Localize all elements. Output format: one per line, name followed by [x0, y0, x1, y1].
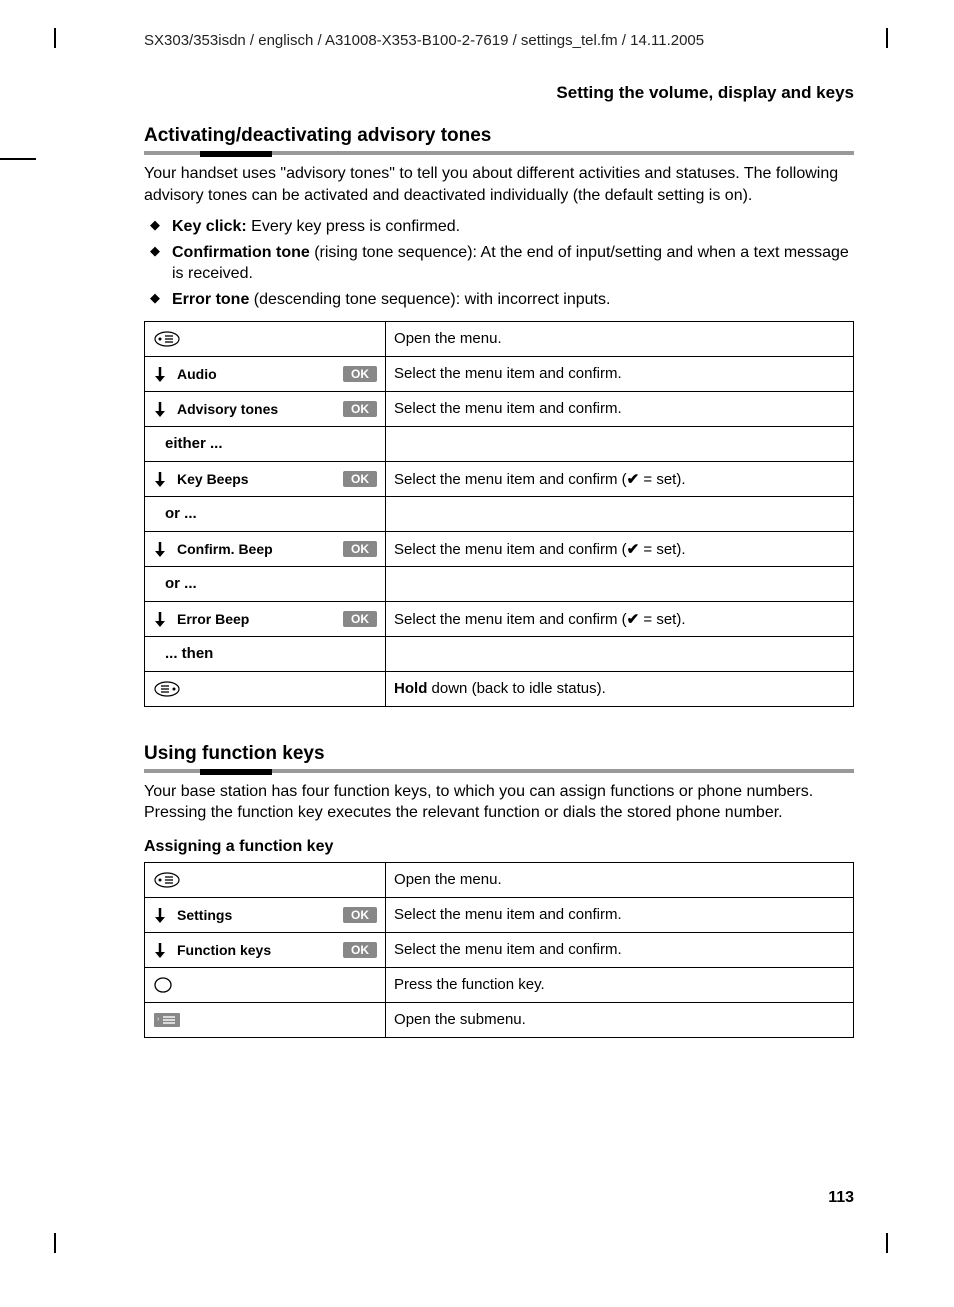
check-icon: ✔: [627, 471, 640, 488]
desc: Open the menu.: [386, 862, 854, 897]
down-arrow-icon: [153, 541, 167, 557]
ok-badge: OK: [343, 907, 377, 923]
section2-intro: Your base station has four function keys…: [144, 781, 854, 824]
function-key-icon: [153, 976, 173, 994]
down-arrow-icon: [153, 366, 167, 382]
desc: Hold down (back to idle status).: [386, 671, 854, 706]
menu-open-icon: [153, 330, 181, 348]
section1-intro: Your handset uses "advisory tones" to te…: [144, 163, 854, 206]
bullet-error: Error tone (descending tone sequence): w…: [144, 289, 854, 311]
menu-hold-icon: [153, 680, 181, 698]
procedure-table-2: Open the menu. Settings OK Select the me…: [144, 862, 854, 1038]
submenu-icon: ›: [153, 1012, 181, 1028]
desc: Select the menu item and confirm (✔ = se…: [386, 461, 854, 496]
doc-header: SX303/353isdn / englisch / A31008-X353-B…: [144, 32, 854, 49]
bullet-key-click: Key click: Every key press is confirmed.: [144, 216, 854, 238]
down-arrow-icon: [153, 611, 167, 627]
check-icon: ✔: [627, 541, 640, 558]
procedure-table-1: Open the menu. Audio OK Select the menu …: [144, 321, 854, 707]
ok-badge: OK: [343, 611, 377, 627]
ok-badge: OK: [343, 541, 377, 557]
down-arrow-icon: [153, 401, 167, 417]
desc: Select the menu item and confirm.: [386, 932, 854, 967]
section1-heading: Activating/deactivating advisory tones: [144, 125, 854, 149]
bullet-confirmation: Confirmation tone (rising tone sequence)…: [144, 242, 854, 285]
ok-badge: OK: [343, 366, 377, 382]
or-label: or ...: [145, 566, 386, 601]
section2-subheading: Assigning a function key: [144, 838, 854, 856]
desc: Open the submenu.: [386, 1002, 854, 1037]
desc: Open the menu.: [386, 321, 854, 356]
desc: Select the menu item and confirm.: [386, 897, 854, 932]
menu-open-icon: [153, 871, 181, 889]
page-title: Setting the volume, display and keys: [144, 83, 854, 103]
desc: Select the menu item and confirm.: [386, 391, 854, 426]
ok-badge: OK: [343, 471, 377, 487]
desc: Select the menu item and confirm (✔ = se…: [386, 601, 854, 636]
check-icon: ✔: [627, 611, 640, 628]
then-label: ... then: [145, 636, 386, 671]
ok-badge: OK: [343, 401, 377, 417]
desc: Press the function key.: [386, 967, 854, 1002]
desc: Select the menu item and confirm.: [386, 356, 854, 391]
section2-heading: Using function keys: [144, 743, 854, 767]
down-arrow-icon: [153, 942, 167, 958]
advisory-bullets: Key click: Every key press is confirmed.…: [144, 216, 854, 310]
down-arrow-icon: [153, 907, 167, 923]
page-number: 113: [828, 1189, 854, 1207]
desc: Select the menu item and confirm (✔ = se…: [386, 531, 854, 566]
either-label: either ...: [145, 426, 386, 461]
or-label: or ...: [145, 496, 386, 531]
ok-badge: OK: [343, 942, 377, 958]
down-arrow-icon: [153, 471, 167, 487]
